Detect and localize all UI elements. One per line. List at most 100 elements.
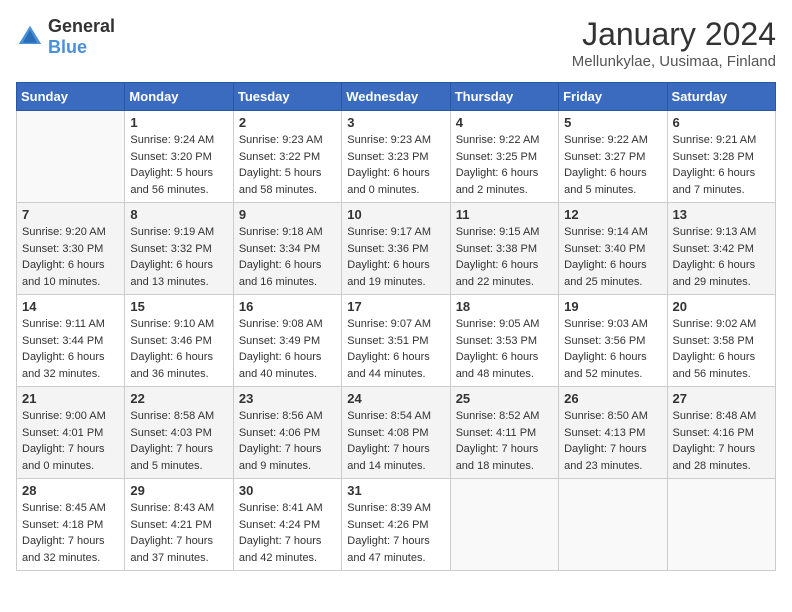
calendar-cell: 18 Sunrise: 9:05 AMSunset: 3:53 PMDayligh… [450,295,558,387]
day-info: Sunrise: 9:07 AMSunset: 3:51 PMDaylight:… [347,316,444,382]
day-info: Sunrise: 9:13 AMSunset: 3:42 PMDaylight:… [673,224,770,290]
day-number: 3 [347,115,444,130]
calendar-cell: 23 Sunrise: 8:56 AMSunset: 4:06 PMDayligh… [233,387,341,479]
day-info: Sunrise: 9:15 AMSunset: 3:38 PMDaylight:… [456,224,553,290]
page-header: General Blue January 2024 Mellunkylae, U… [16,16,776,70]
day-info: Sunrise: 8:50 AMSunset: 4:13 PMDaylight:… [564,408,661,474]
day-info: Sunrise: 9:19 AMSunset: 3:32 PMDaylight:… [130,224,227,290]
weekday-header-wednesday: Wednesday [342,83,450,111]
day-info: Sunrise: 9:23 AMSunset: 3:22 PMDaylight:… [239,132,336,198]
logo-text: General Blue [48,16,115,58]
day-number: 27 [673,391,770,406]
day-info: Sunrise: 9:24 AMSunset: 3:20 PMDaylight:… [130,132,227,198]
day-info: Sunrise: 9:02 AMSunset: 3:58 PMDaylight:… [673,316,770,382]
calendar-cell [559,479,667,571]
location-title: Mellunkylae, Uusimaa, Finland [572,53,776,70]
day-number: 18 [456,299,553,314]
day-info: Sunrise: 8:41 AMSunset: 4:24 PMDaylight:… [239,500,336,566]
calendar-cell: 10 Sunrise: 9:17 AMSunset: 3:36 PMDayligh… [342,203,450,295]
calendar-cell: 2 Sunrise: 9:23 AMSunset: 3:22 PMDaylight… [233,111,341,203]
day-info: Sunrise: 9:20 AMSunset: 3:30 PMDaylight:… [22,224,119,290]
day-number: 23 [239,391,336,406]
calendar-cell: 30Sunrise: 8:41 AMSunset: 4:24 PMDayligh… [233,479,341,571]
weekday-header-tuesday: Tuesday [233,83,341,111]
weekday-header-monday: Monday [125,83,233,111]
weekday-header-thursday: Thursday [450,83,558,111]
calendar-cell: 4Sunrise: 9:22 AMSunset: 3:25 PMDaylight… [450,111,558,203]
calendar-week-4: 21Sunrise: 9:00 AMSunset: 4:01 PMDayligh… [17,387,776,479]
day-info: Sunrise: 9:23 AMSunset: 3:23 PMDaylight:… [347,132,444,198]
day-number: 31 [347,483,444,498]
day-info: Sunrise: 8:43 AMSunset: 4:21 PMDaylight:… [130,500,227,566]
day-info: Sunrise: 9:22 AMSunset: 3:25 PMDaylight:… [456,132,553,198]
day-number: 5 [564,115,661,130]
calendar-header: SundayMondayTuesdayWednesdayThursdayFrid… [17,83,776,111]
day-info: Sunrise: 9:10 AMSunset: 3:46 PMDaylight:… [130,316,227,382]
day-info: Sunrise: 8:39 AMSunset: 4:26 PMDaylight:… [347,500,444,566]
calendar-cell: 20 Sunrise: 9:02 AMSunset: 3:58 PMDayligh… [667,295,775,387]
calendar-cell: 11 Sunrise: 9:15 AMSunset: 3:38 PMDayligh… [450,203,558,295]
calendar-cell: 16 Sunrise: 9:08 AMSunset: 3:49 PMDayligh… [233,295,341,387]
day-info: Sunrise: 8:45 AMSunset: 4:18 PMDaylight:… [22,500,119,566]
calendar-cell: 31 Sunrise: 8:39 AMSunset: 4:26 PMDayligh… [342,479,450,571]
calendar-cell [450,479,558,571]
calendar-body: 1 Sunrise: 9:24 AMSunset: 3:20 PMDaylight… [17,111,776,571]
calendar-cell: 25 Sunrise: 8:52 AMSunset: 4:11 PMDayligh… [450,387,558,479]
day-number: 17 [347,299,444,314]
weekday-header-saturday: Saturday [667,83,775,111]
calendar-cell: 29Sunrise: 8:43 AMSunset: 4:21 PMDayligh… [125,479,233,571]
day-number: 8 [130,207,227,222]
calendar-cell: 12Sunrise: 9:14 AMSunset: 3:40 PMDayligh… [559,203,667,295]
day-number: 25 [456,391,553,406]
day-info: Sunrise: 8:52 AMSunset: 4:11 PMDaylight:… [456,408,553,474]
logo-blue: Blue [48,37,87,57]
day-info: Sunrise: 9:21 AMSunset: 3:28 PMDaylight:… [673,132,770,198]
weekday-header-friday: Friday [559,83,667,111]
calendar-week-3: 14Sunrise: 9:11 AMSunset: 3:44 PMDayligh… [17,295,776,387]
day-number: 10 [347,207,444,222]
calendar-cell: 22Sunrise: 8:58 AMSunset: 4:03 PMDayligh… [125,387,233,479]
day-number: 6 [673,115,770,130]
day-info: Sunrise: 9:22 AMSunset: 3:27 PMDaylight:… [564,132,661,198]
day-number: 24 [347,391,444,406]
day-number: 9 [239,207,336,222]
day-info: Sunrise: 8:48 AMSunset: 4:16 PMDaylight:… [673,408,770,474]
calendar-cell: 15 Sunrise: 9:10 AMSunset: 3:46 PMDayligh… [125,295,233,387]
calendar-cell: 26 Sunrise: 8:50 AMSunset: 4:13 PMDayligh… [559,387,667,479]
day-number: 7 [22,207,119,222]
day-info: Sunrise: 9:08 AMSunset: 3:49 PMDaylight:… [239,316,336,382]
day-number: 1 [130,115,227,130]
weekday-row: SundayMondayTuesdayWednesdayThursdayFrid… [17,83,776,111]
day-number: 22 [130,391,227,406]
day-number: 2 [239,115,336,130]
calendar-cell: 1 Sunrise: 9:24 AMSunset: 3:20 PMDaylight… [125,111,233,203]
calendar-week-5: 28 Sunrise: 8:45 AMSunset: 4:18 PMDayligh… [17,479,776,571]
logo: General Blue [16,16,115,58]
calendar-cell: 5 Sunrise: 9:22 AMSunset: 3:27 PMDaylight… [559,111,667,203]
day-info: Sunrise: 9:17 AMSunset: 3:36 PMDaylight:… [347,224,444,290]
calendar-cell: 8 Sunrise: 9:19 AMSunset: 3:32 PMDaylight… [125,203,233,295]
weekday-header-sunday: Sunday [17,83,125,111]
day-info: Sunrise: 9:18 AMSunset: 3:34 PMDaylight:… [239,224,336,290]
day-info: Sunrise: 9:00 AMSunset: 4:01 PMDaylight:… [22,408,119,474]
logo-general: General [48,16,115,36]
day-info: Sunrise: 9:05 AMSunset: 3:53 PMDaylight:… [456,316,553,382]
day-info: Sunrise: 8:56 AMSunset: 4:06 PMDaylight:… [239,408,336,474]
calendar-cell [667,479,775,571]
day-number: 16 [239,299,336,314]
calendar-cell: 24 Sunrise: 8:54 AMSunset: 4:08 PMDayligh… [342,387,450,479]
day-number: 11 [456,207,553,222]
day-number: 20 [673,299,770,314]
day-number: 28 [22,483,119,498]
calendar-cell: 19 Sunrise: 9:03 AMSunset: 3:56 PMDayligh… [559,295,667,387]
day-number: 12 [564,207,661,222]
day-info: Sunrise: 8:54 AMSunset: 4:08 PMDaylight:… [347,408,444,474]
day-info: Sunrise: 9:03 AMSunset: 3:56 PMDaylight:… [564,316,661,382]
day-number: 15 [130,299,227,314]
day-number: 19 [564,299,661,314]
calendar-cell: 17 Sunrise: 9:07 AMSunset: 3:51 PMDayligh… [342,295,450,387]
calendar-cell: 3 Sunrise: 9:23 AMSunset: 3:23 PMDaylight… [342,111,450,203]
day-number: 26 [564,391,661,406]
calendar-cell: 21Sunrise: 9:00 AMSunset: 4:01 PMDayligh… [17,387,125,479]
calendar-table: SundayMondayTuesdayWednesdayThursdayFrid… [16,82,776,571]
